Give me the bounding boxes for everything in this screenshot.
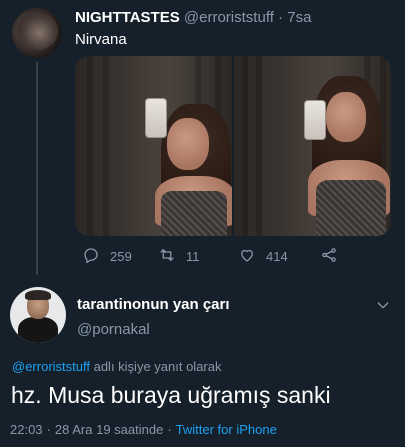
tweet-actions: 259 11 414 xyxy=(82,246,382,266)
separator-dot: · xyxy=(278,9,284,26)
tweet-text: Nirvana xyxy=(75,31,127,48)
handle[interactable]: @erroriststuff xyxy=(184,9,274,26)
like-count: 414 xyxy=(266,249,288,264)
tweet-reply: tarantinonun yan çarı @pornakal @erroris… xyxy=(0,275,405,447)
replying-to: @erroriststuff adlı kişiye yanıt olarak xyxy=(12,359,222,374)
share-icon xyxy=(320,246,338,267)
like-button[interactable]: 414 xyxy=(238,246,288,267)
media-image[interactable] xyxy=(234,56,391,236)
retweet-icon xyxy=(158,246,176,267)
tweet-text: hz. Musa buraya uğramış sanki xyxy=(11,382,331,408)
tweet-time[interactable]: 22:03 xyxy=(10,422,43,437)
reply-button[interactable]: 259 xyxy=(82,246,132,267)
tweet-meta: 22:03 · 28 Ara 19 saatinde · Twitter for iPh… xyxy=(10,422,277,437)
retweet-count: 11 xyxy=(186,249,200,264)
handle[interactable]: @pornakal xyxy=(77,321,150,338)
separator-dot: · xyxy=(46,422,51,437)
reply-count: 259 xyxy=(110,249,132,264)
heart-icon xyxy=(238,246,256,267)
reply-icon xyxy=(82,246,100,267)
chevron-down-icon xyxy=(375,300,391,317)
more-options-button[interactable] xyxy=(375,297,391,313)
media-image[interactable] xyxy=(75,56,232,236)
display-name[interactable]: tarantinonun yan çarı xyxy=(77,296,230,313)
avatar[interactable] xyxy=(10,287,66,343)
retweet-button[interactable]: 11 xyxy=(158,246,200,267)
thread-line xyxy=(36,62,38,275)
replying-to-label: adlı kişiye yanıt olarak xyxy=(89,359,222,374)
tweet-source-link[interactable]: Twitter for iPhone xyxy=(176,422,277,437)
timestamp[interactable]: 7sa xyxy=(287,9,311,26)
reply-mention-link[interactable]: @erroriststuff xyxy=(12,359,90,374)
tweet-parent[interactable]: NIGHTTASTES @erroriststuff · 7sa Nirvana xyxy=(0,0,405,275)
tweet-header: NIGHTTASTES @erroriststuff · 7sa xyxy=(75,9,311,26)
display-name[interactable]: NIGHTTASTES xyxy=(75,9,180,26)
avatar[interactable] xyxy=(12,8,62,58)
share-button[interactable] xyxy=(320,246,338,267)
separator-dot: · xyxy=(167,422,172,437)
media-grid xyxy=(75,56,391,236)
tweet-date[interactable]: 28 Ara 19 saatinde xyxy=(55,422,163,437)
